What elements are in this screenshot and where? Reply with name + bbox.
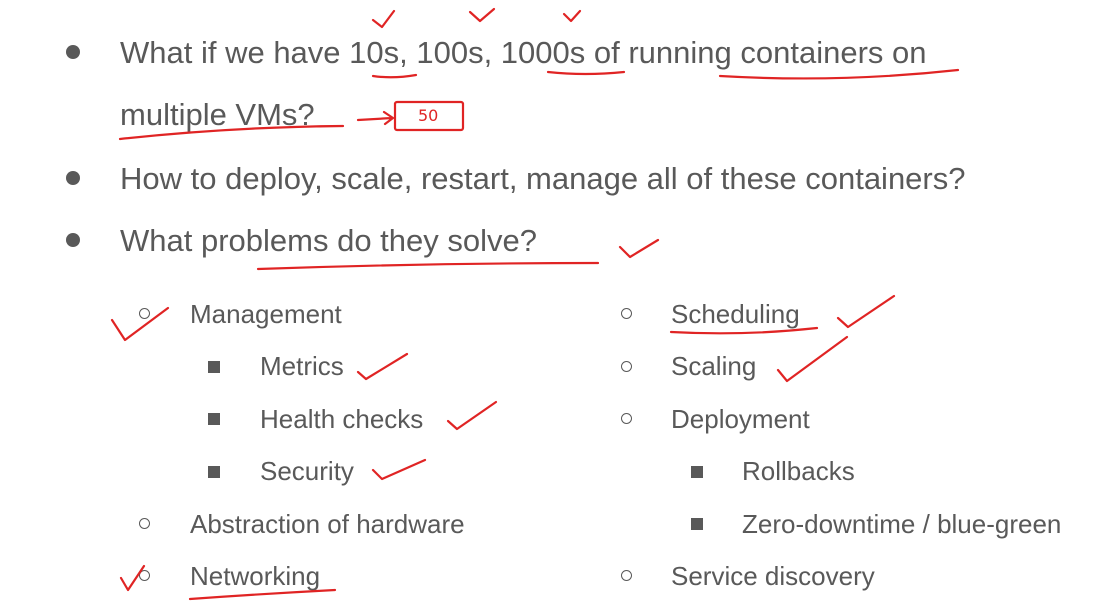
ink-underline-10s (371, 73, 418, 79)
sub-sub-bullet-rollbacks (691, 466, 703, 478)
ink-check-problems (618, 238, 660, 259)
sub-bullet-ring-deployment (621, 413, 632, 424)
ink-check-security (371, 458, 427, 481)
bullet-dot-3 (66, 233, 80, 247)
bullet-3-text: What problems do they solve? (120, 223, 537, 258)
ink-check-health-checks (446, 400, 498, 431)
sub-bullet-ring-management (139, 308, 150, 319)
bullet-2-text: How to deploy, scale, restart, manage al… (120, 161, 966, 196)
ink-check-1000s (562, 9, 582, 23)
sub-sub-bullet-health-checks (208, 413, 220, 425)
sub-sub-bullet-security (208, 466, 220, 478)
item-metrics: Metrics (260, 351, 344, 381)
item-scaling: Scaling (671, 351, 757, 381)
ink-underline-1000s (546, 70, 626, 76)
sub-bullet-ring-scheduling (621, 308, 632, 319)
sub-sub-bullet-metrics (208, 361, 220, 373)
item-service-discovery: Service discovery (671, 561, 875, 591)
ink-check-10s (371, 9, 396, 29)
item-scheduling: Scheduling (671, 299, 800, 329)
ink-underline-problems (256, 261, 600, 271)
bullet-dot-2 (66, 171, 80, 185)
item-zero-downtime: Zero-downtime / blue-green (742, 509, 1062, 539)
bullet-dot-1 (66, 45, 80, 59)
sub-bullet-ring-scaling (621, 361, 632, 372)
sub-sub-bullet-zero-downtime (691, 518, 703, 530)
bullet-1-line-1: What if we have 10s, 100s, 1000s of runn… (120, 35, 927, 70)
sub-bullet-ring-service-discovery (621, 570, 632, 581)
ink-check-scheduling (836, 294, 896, 329)
item-rollbacks: Rollbacks (742, 456, 855, 486)
sub-bullet-ring-networking (139, 570, 150, 581)
ink-arrow (356, 110, 395, 126)
item-health-checks: Health checks (260, 404, 424, 434)
ink-note-text: 50 (418, 106, 439, 125)
item-management: Management (190, 299, 342, 329)
item-networking: Networking (190, 561, 321, 591)
item-security: Security (260, 456, 354, 486)
ink-underline-networking (188, 588, 337, 601)
sub-bullet-ring-abstraction (139, 518, 150, 529)
ink-check-metrics (356, 352, 409, 381)
ink-check-scaling (776, 335, 849, 383)
bullet-1-line-2: multiple VMs? (120, 97, 315, 132)
item-deployment: Deployment (671, 404, 810, 434)
ink-underline-running-containers (718, 68, 960, 80)
item-abstraction-of-hardware: Abstraction of hardware (190, 509, 465, 539)
ink-check-100s (468, 7, 496, 23)
